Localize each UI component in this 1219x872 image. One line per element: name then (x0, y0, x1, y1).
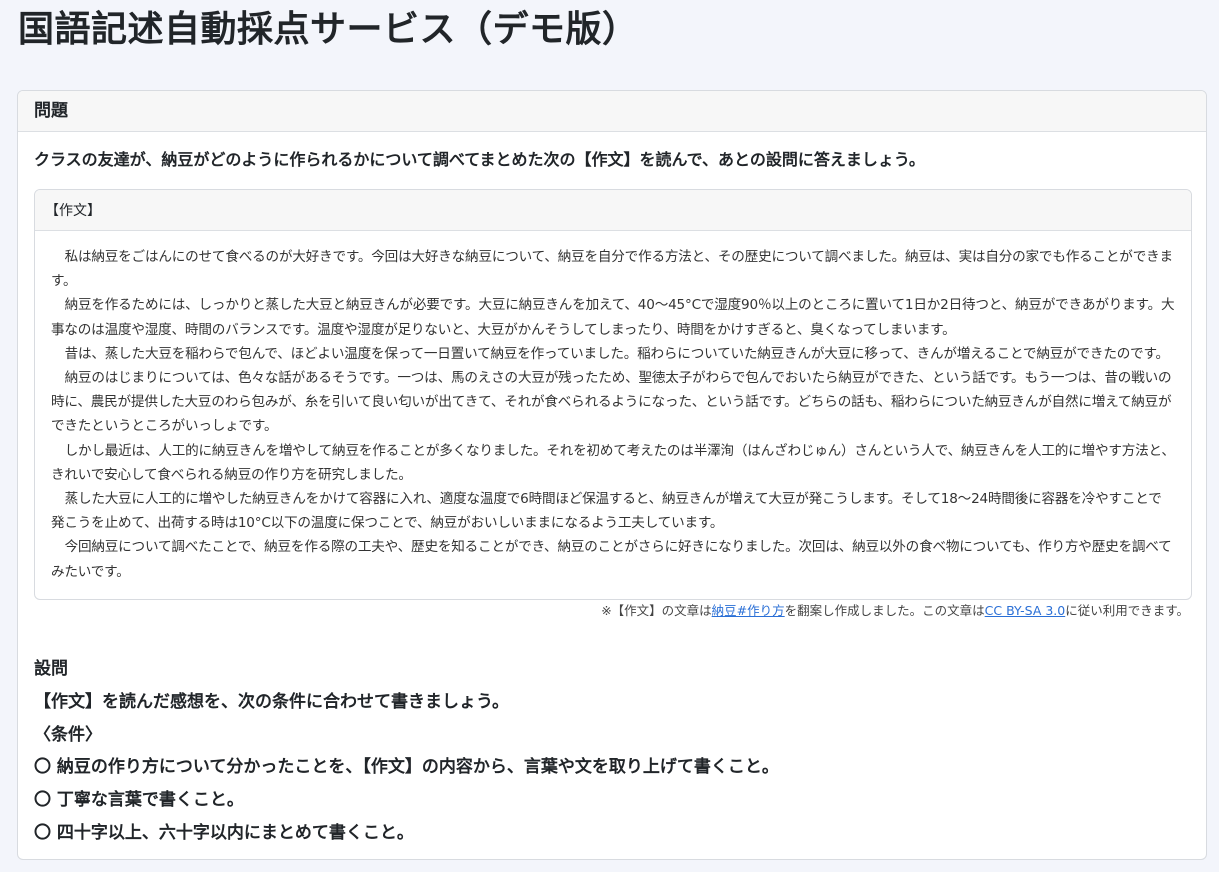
prompt-heading: 設問 (34, 659, 68, 679)
essay-paragraph: 納豆のはじまりについては、色々な話があるそうです。一つは、馬のえさの大豆が残った… (51, 370, 1172, 435)
question-prompt: クラスの友達が、納豆がどのように作られるかについて調べてまとめた次の【作文】を読… (34, 150, 925, 169)
essay-paragraph: 納豆を作るためには、しっかりと蒸した大豆と納豆きんが必要です。大豆に納豆きんを加… (51, 297, 1175, 338)
essay-card: 【作文】 私は納豆をごはんにのせて食べるのが大好きです。今回は大好きな納豆につい… (34, 189, 1192, 600)
license-link[interactable]: CC BY-SA 3.0 (985, 603, 1066, 618)
problem-card-header: 問題 (18, 91, 1206, 132)
conditions-label: 〈条件〉 (34, 724, 102, 745)
condition-item: 〇 四十字以上、六十字以内にまとめて書くこと。 (34, 822, 414, 843)
essay-card-header: 【作文】 (35, 190, 1191, 231)
essay-paragraph: しかし最近は、人工的に納豆きんを増やして納豆を作ることが多くなりました。それを初… (51, 442, 1175, 483)
page-title: 国語記述自動採点サービス（デモ版） (18, 9, 639, 50)
essay-body: 私は納豆をごはんにのせて食べるのが大好きです。今回は大好きな納豆について、納豆を… (35, 231, 1191, 584)
essay-paragraph: 蒸した大豆に人工的に増やした納豆きんをかけて容器に入れ、適度な温度で6時間ほど保… (51, 491, 1162, 532)
condition-item: 〇 納豆の作り方について分かったことを、【作文】の内容から、言葉や文を取り上げて… (34, 757, 779, 778)
essay-paragraph: 私は納豆をごはんにのせて食べるのが大好きです。今回は大好きな納豆について、納豆を… (51, 249, 1173, 290)
problem-card: 問題 クラスの友達が、納豆がどのように作られるかについて調べてまとめた次の【作文… (17, 90, 1207, 860)
attribution-suffix: に従い利用できます。 (1065, 603, 1189, 618)
essay-paragraph: 昔は、蒸した大豆を稲わらで包んで、ほどよい温度を保って一日置いて納豆を作っていま… (64, 345, 1170, 362)
attribution-prefix: ※【作文】の文章は (601, 603, 712, 618)
source-article-link[interactable]: 納豆#作り方 (712, 603, 785, 618)
attribution-middle: を翻案し作成しました。この文章は (784, 603, 985, 618)
prompt-section: 設問 【作文】を読んだ感想を、次の条件に合わせて書きましょう。 〈条件〉 〇 納… (34, 653, 1184, 850)
attribution-note: ※【作文】の文章は納豆#作り方を翻案し作成しました。この文章はCC BY-SA … (601, 602, 1189, 620)
condition-item: 〇 丁寧な言葉で書くこと。 (34, 790, 244, 811)
essay-paragraph: 今回納豆について調べたことで、納豆を作る際の工夫や、歴史を知ることができ、納豆の… (51, 539, 1172, 580)
prompt-instruction: 【作文】を読んだ感想を、次の条件に合わせて書きましょう。 (34, 691, 509, 712)
